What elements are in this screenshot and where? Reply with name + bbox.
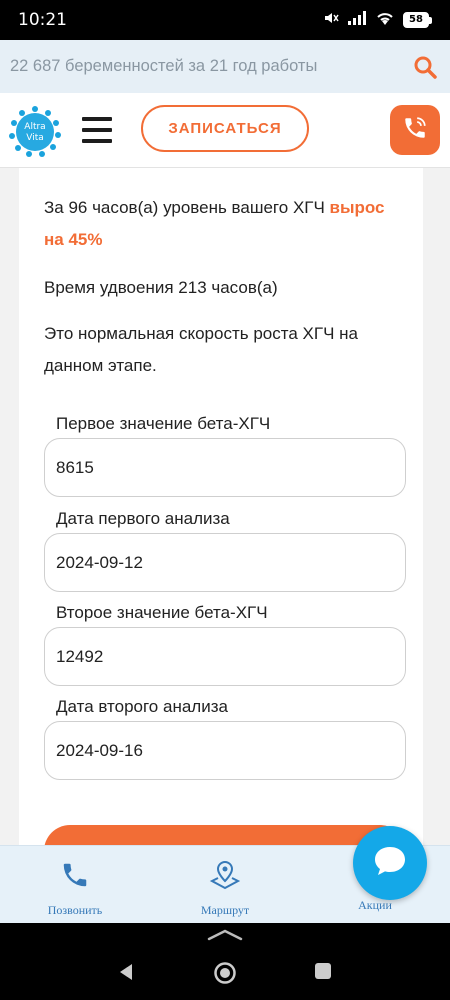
- system-nav-bar: [0, 923, 450, 1000]
- logo[interactable]: Altra Vita: [8, 105, 62, 159]
- phone-icon: [402, 115, 428, 146]
- chat-button[interactable]: [353, 826, 427, 900]
- second-value-label: Второе значение бета-ХГЧ: [56, 603, 268, 622]
- nav-call-label: Позвонить: [47, 903, 103, 917]
- signup-button[interactable]: ЗАПИСАТЬСЯ: [141, 105, 309, 152]
- mute-icon: [323, 10, 339, 31]
- search-icon[interactable]: [410, 52, 440, 82]
- phone-icon: [60, 860, 90, 895]
- hamburger-menu-icon[interactable]: [82, 117, 112, 143]
- status-bar: 10:21 58: [0, 0, 450, 40]
- signal-icon: [347, 10, 367, 31]
- result-prefix: За 96 часов(а) уровень вашего ХГЧ: [44, 198, 330, 217]
- status-icons: 58: [323, 10, 432, 31]
- second-value-input[interactable]: 12492: [44, 627, 406, 686]
- status-time: 10:21: [18, 10, 67, 30]
- second-date-label: Дата второго анализа: [56, 697, 228, 716]
- second-date-input[interactable]: 2024-09-16: [44, 721, 406, 780]
- recents-icon[interactable]: [313, 961, 333, 986]
- first-date-label: Дата первого анализа: [56, 509, 230, 528]
- result-text: За 96 часов(а) уровень вашего ХГЧ вырос …: [44, 192, 404, 256]
- first-value-input[interactable]: 8615: [44, 438, 406, 497]
- nav-route[interactable]: Маршрут: [170, 860, 280, 918]
- doubling-time-text: Время удвоения 213 часов(а): [44, 278, 278, 297]
- search-bar[interactable]: 22 687 беременностей за 21 год работы: [0, 40, 450, 93]
- chat-bubble-icon: [370, 841, 410, 886]
- site-header: Altra Vita ЗАПИСАТЬСЯ: [0, 93, 450, 168]
- battery-level: 58: [403, 12, 429, 28]
- map-pin-icon: [209, 860, 241, 895]
- first-value-label: Первое значение бета-ХГЧ: [56, 414, 271, 433]
- nav-call[interactable]: Позвонить: [20, 860, 130, 918]
- nav-promo-label: Акции: [358, 898, 392, 912]
- search-input[interactable]: 22 687 беременностей за 21 год работы: [10, 57, 410, 76]
- hcg-calculator-card: За 96 часов(а) уровень вашего ХГЧ вырос …: [19, 168, 423, 845]
- home-icon[interactable]: [213, 961, 237, 990]
- logo-text-top: Altra: [24, 122, 45, 132]
- reset-button[interactable]: ОЧИСТИТЬ И НАЧАТЬ ЗАНОВО: [44, 825, 406, 845]
- main-content: За 96 часов(а) уровень вашего ХГЧ вырос …: [0, 168, 450, 845]
- back-icon[interactable]: [115, 961, 137, 988]
- wifi-icon: [375, 10, 395, 31]
- logo-text-bottom: Vita: [26, 133, 44, 143]
- first-date-input[interactable]: 2024-09-12: [44, 533, 406, 592]
- battery-icon: 58: [403, 12, 432, 28]
- chevron-up-icon[interactable]: [207, 927, 243, 946]
- normal-rate-text: Это нормальная скорость роста ХГЧ на дан…: [44, 324, 358, 375]
- nav-route-label: Маршрут: [200, 903, 250, 917]
- call-button[interactable]: [390, 105, 440, 155]
